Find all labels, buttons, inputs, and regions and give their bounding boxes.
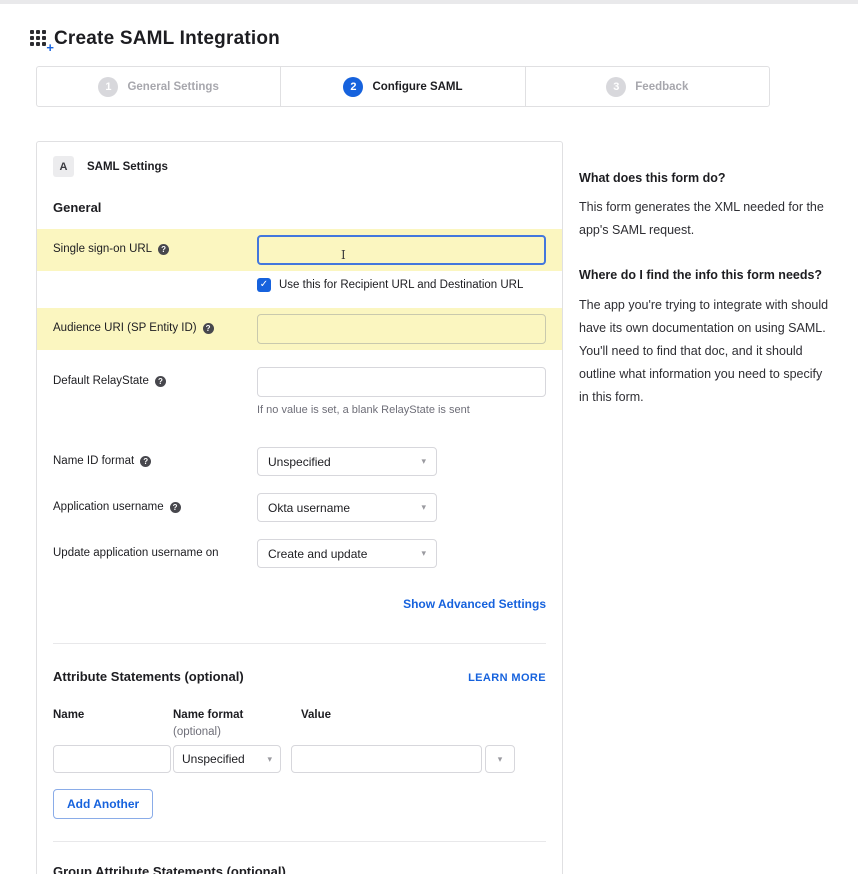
saml-settings-header: A SAML Settings bbox=[53, 156, 546, 177]
column-optional: (optional) bbox=[173, 726, 221, 738]
chevron-down-icon: ▾ bbox=[497, 753, 503, 764]
sso-url-label: Single sign-on URL bbox=[53, 243, 153, 255]
relay-state-row: Default RelayState ? If no value is set,… bbox=[53, 367, 546, 416]
sso-url-row: Single sign-on URL ? I bbox=[37, 229, 563, 271]
chevron-down-icon: ▾ bbox=[421, 548, 426, 558]
audience-uri-input[interactable] bbox=[257, 314, 546, 344]
help-answer-2: The app you're trying to integrate with … bbox=[579, 297, 829, 405]
step-number-badge: 2 bbox=[343, 76, 364, 97]
chevron-down-icon: ▾ bbox=[267, 753, 272, 764]
step-label: Feedback bbox=[635, 80, 689, 93]
update-username-value: Create and update bbox=[268, 546, 368, 561]
help-icon[interactable]: ? bbox=[169, 501, 181, 513]
step-feedback[interactable]: 3 Feedback bbox=[524, 67, 769, 106]
attribute-columns-header: Name Name format (optional) Value bbox=[53, 709, 546, 738]
recipient-url-checkbox-row: ✓ Use this for Recipient URL and Destina… bbox=[257, 278, 546, 292]
saml-settings-panel: A SAML Settings General Single sign-on U… bbox=[36, 141, 564, 874]
sso-url-input[interactable] bbox=[257, 235, 546, 265]
page-title: Create SAML Integration bbox=[54, 28, 280, 49]
name-id-format-row: Name ID format ? Unspecified ▾ bbox=[53, 447, 546, 476]
application-username-label: Application username bbox=[53, 501, 164, 513]
attribute-format-select[interactable]: Unspecified ▾ bbox=[173, 745, 281, 773]
step-label: Configure SAML bbox=[372, 80, 463, 93]
name-id-format-label: Name ID format bbox=[53, 455, 135, 467]
application-username-value: Okta username bbox=[268, 500, 351, 515]
create-saml-page: + Create SAML Integration 1 General Sett… bbox=[0, 28, 858, 874]
show-advanced-settings-link[interactable]: Show Advanced Settings bbox=[403, 597, 546, 611]
relay-state-input[interactable] bbox=[257, 367, 546, 397]
step-number-badge: 3 bbox=[606, 76, 627, 97]
attribute-format-value: Unspecified bbox=[182, 752, 245, 766]
help-question-1: What does this form do? bbox=[579, 171, 726, 185]
add-application-icon: + bbox=[30, 28, 54, 54]
learn-more-link[interactable]: LEARN MORE bbox=[468, 672, 546, 684]
column-value: Value bbox=[301, 709, 332, 721]
section-divider bbox=[53, 643, 547, 644]
page-title-row: + Create SAML Integration bbox=[30, 28, 830, 54]
plus-icon: + bbox=[46, 40, 54, 55]
general-section-heading: General bbox=[53, 200, 102, 215]
application-username-select[interactable]: Okta username ▾ bbox=[257, 493, 437, 522]
help-sidebar: What does this form do? This form genera… bbox=[579, 141, 830, 433]
help-icon[interactable]: ? bbox=[140, 455, 152, 467]
app-grid-icon bbox=[30, 30, 46, 46]
audience-uri-row: Audience URI (SP Entity ID) ? bbox=[37, 308, 563, 350]
step-configure-saml[interactable]: 2 Configure SAML bbox=[280, 67, 524, 106]
update-username-select[interactable]: Create and update ▾ bbox=[257, 539, 437, 568]
column-name-format: Name format bbox=[173, 709, 244, 721]
update-username-label: Update application username on bbox=[53, 547, 219, 559]
audience-uri-label: Audience URI (SP Entity ID) bbox=[53, 322, 197, 334]
saml-settings-title: SAML Settings bbox=[87, 160, 168, 173]
step-number-badge: 1 bbox=[98, 76, 119, 97]
help-icon[interactable]: ? bbox=[158, 243, 170, 255]
add-another-button[interactable]: Add Another bbox=[53, 789, 154, 819]
column-name: Name bbox=[53, 709, 85, 721]
content-area: A SAML Settings General Single sign-on U… bbox=[36, 141, 830, 874]
relay-state-label: Default RelayState bbox=[53, 375, 149, 387]
wizard-stepper: 1 General Settings 2 Configure SAML 3 Fe… bbox=[36, 66, 770, 107]
group-attribute-statements-title: Group Attribute Statements (optional) bbox=[53, 864, 286, 874]
top-toolbar-edge bbox=[0, 0, 858, 4]
recipient-url-checkbox-label: Use this for Recipient URL and Destinati… bbox=[279, 279, 524, 291]
chevron-down-icon: ▾ bbox=[421, 456, 426, 466]
section-a-badge: A bbox=[53, 156, 74, 177]
help-answer-1: This form generates the XML needed for t… bbox=[579, 200, 824, 238]
help-question-2: Where do I find the info this form needs… bbox=[579, 268, 823, 283]
name-id-format-select[interactable]: Unspecified ▾ bbox=[257, 447, 437, 476]
attribute-value-picker[interactable]: ▾ bbox=[485, 745, 515, 773]
step-label: General Settings bbox=[127, 80, 219, 93]
attribute-statement-row: Unspecified ▾ ▾ bbox=[53, 745, 546, 773]
help-icon[interactable]: ? bbox=[202, 322, 214, 334]
attribute-value-input[interactable] bbox=[291, 745, 482, 773]
relay-state-hint: If no value is set, a blank RelayState i… bbox=[257, 404, 470, 416]
attribute-statements-title: Attribute Statements (optional) bbox=[53, 669, 244, 684]
help-icon[interactable]: ? bbox=[154, 375, 166, 387]
chevron-down-icon: ▾ bbox=[421, 502, 426, 512]
recipient-url-checkbox[interactable]: ✓ bbox=[257, 278, 271, 292]
update-username-row: Update application username on Create an… bbox=[53, 539, 546, 568]
name-id-format-value: Unspecified bbox=[268, 454, 331, 469]
step-general-settings[interactable]: 1 General Settings bbox=[37, 67, 280, 106]
application-username-row: Application username ? Okta username ▾ bbox=[53, 493, 546, 522]
section-divider bbox=[53, 841, 547, 842]
attribute-name-input[interactable] bbox=[53, 745, 171, 773]
